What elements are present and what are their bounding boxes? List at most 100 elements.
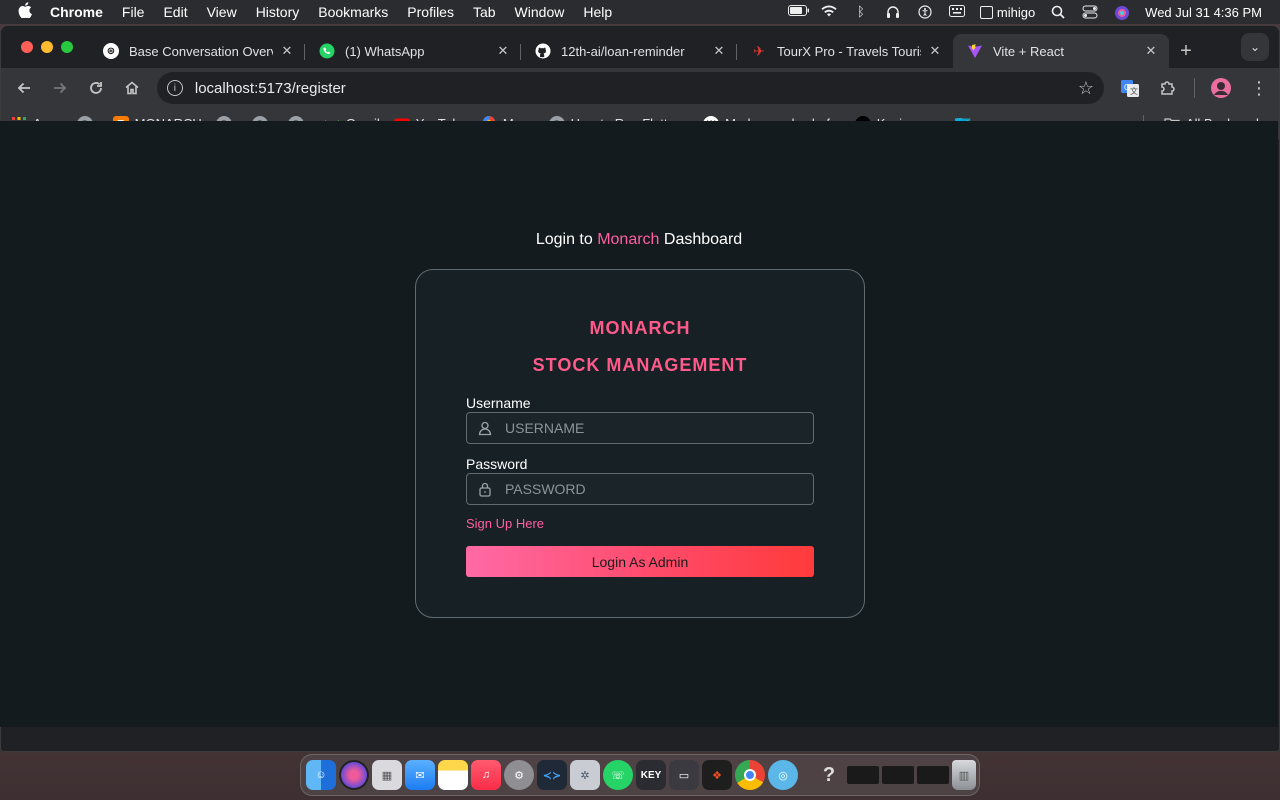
tab-title: (1) WhatsApp bbox=[345, 43, 425, 59]
page-viewport: Login to Monarch Dashboard MONARCH STOCK… bbox=[0, 121, 1278, 727]
reload-icon[interactable] bbox=[81, 73, 111, 103]
spotlight-search-icon[interactable] bbox=[1049, 5, 1067, 19]
bookmark-star-icon[interactable]: ☆ bbox=[1078, 78, 1094, 99]
close-window-button[interactable] bbox=[21, 41, 33, 53]
window-icon[interactable]: ▭ bbox=[669, 760, 699, 790]
figma-icon[interactable]: ❖ bbox=[702, 760, 732, 790]
lock-icon bbox=[477, 481, 493, 497]
address-bar[interactable]: i localhost:5173/register ☆ bbox=[156, 72, 1104, 104]
macos-menubar: Chrome File Edit View History Bookmarks … bbox=[0, 0, 1280, 24]
settings-gear-icon[interactable]: ✲ bbox=[570, 760, 600, 790]
menu-help[interactable]: Help bbox=[583, 4, 612, 20]
help-icon[interactable]: ? bbox=[814, 760, 844, 790]
new-tab-button[interactable]: + bbox=[1169, 34, 1203, 68]
heading-suffix: Dashboard bbox=[659, 231, 743, 248]
checkbox-icon bbox=[979, 5, 993, 19]
whatsapp-icon bbox=[319, 43, 335, 59]
apple-menu-icon[interactable] bbox=[18, 1, 36, 23]
tab-whatsapp[interactable]: (1) WhatsApp ✕ bbox=[305, 34, 521, 68]
menu-file[interactable]: File bbox=[122, 4, 145, 20]
user-menu[interactable]: mihigo bbox=[979, 4, 1036, 20]
site-info-icon[interactable]: i bbox=[166, 80, 183, 96]
menubar-clock[interactable]: Wed Jul 31 4:36 PM bbox=[1145, 5, 1262, 20]
window-controls bbox=[1, 26, 89, 68]
close-tab-icon[interactable]: ✕ bbox=[279, 43, 295, 59]
svg-text:文: 文 bbox=[1130, 86, 1138, 96]
vscode-icon[interactable]: ≺≻ bbox=[537, 760, 567, 790]
close-tab-icon[interactable]: ✕ bbox=[495, 43, 511, 59]
signup-link[interactable]: Sign Up Here bbox=[466, 516, 544, 531]
battery-icon[interactable] bbox=[787, 5, 809, 19]
tab-base-conversation[interactable]: ⊛ Base Conversation Overv ✕ bbox=[89, 34, 305, 68]
menu-tab[interactable]: Tab bbox=[473, 4, 496, 20]
back-arrow-icon[interactable] bbox=[9, 73, 39, 103]
chrome-menu-kebab-icon[interactable]: ⋮ bbox=[1247, 76, 1271, 100]
password-label: Password bbox=[466, 456, 528, 472]
menu-edit[interactable]: Edit bbox=[163, 4, 187, 20]
macos-dock: ☺ ▦ ✉ ♫ ⚙ ≺≻ ✲ ☏ KEY ▭ ❖ ◎ ? ▥ bbox=[300, 754, 980, 796]
heading-accent: Monarch bbox=[597, 231, 660, 248]
screen-capture-icon[interactable] bbox=[847, 766, 879, 784]
vite-icon bbox=[967, 43, 983, 59]
finder-icon[interactable]: ☺ bbox=[306, 760, 336, 790]
username-field[interactable] bbox=[466, 412, 814, 444]
control-center-icon[interactable] bbox=[1081, 5, 1099, 19]
keyboard-icon[interactable] bbox=[948, 5, 966, 19]
menu-history[interactable]: History bbox=[256, 4, 300, 20]
siri-icon[interactable] bbox=[339, 760, 369, 790]
screen-capture-icon-2[interactable] bbox=[882, 766, 914, 784]
close-tab-icon[interactable]: ✕ bbox=[1143, 43, 1159, 59]
whatsapp-icon[interactable]: ☏ bbox=[603, 760, 633, 790]
music-icon[interactable]: ♫ bbox=[471, 760, 501, 790]
login-card: MONARCH STOCK MANAGEMENT Username Passwo… bbox=[415, 269, 865, 618]
brand-title: MONARCH bbox=[589, 318, 691, 338]
system-settings-icon[interactable]: ⚙ bbox=[504, 760, 534, 790]
tab-search-chevron-icon[interactable]: ⌄ bbox=[1241, 33, 1269, 61]
launchpad-icon[interactable]: ▦ bbox=[372, 760, 402, 790]
keynote-label: KEY bbox=[640, 769, 662, 781]
heading-prefix: Login to bbox=[535, 231, 598, 248]
home-icon[interactable] bbox=[117, 73, 147, 103]
minimize-window-button[interactable] bbox=[41, 41, 53, 53]
menu-view[interactable]: View bbox=[207, 4, 237, 20]
accessibility-icon[interactable] bbox=[916, 5, 934, 19]
zoom-window-button[interactable] bbox=[61, 41, 73, 53]
menu-window[interactable]: Window bbox=[515, 4, 565, 20]
mail-icon[interactable]: ✉ bbox=[405, 760, 435, 790]
siri-menubar-icon[interactable] bbox=[1113, 5, 1131, 20]
tab-github[interactable]: 12th-ai/loan-reminder ✕ bbox=[521, 34, 737, 68]
chrome-icon[interactable] bbox=[735, 760, 765, 790]
login-as-admin-button[interactable]: Login As Admin bbox=[466, 546, 814, 577]
openai-icon: ⊛ bbox=[103, 43, 119, 59]
forward-arrow-icon[interactable] bbox=[45, 73, 75, 103]
close-tab-icon[interactable]: ✕ bbox=[711, 43, 727, 59]
notes-icon[interactable] bbox=[438, 760, 468, 790]
close-tab-icon[interactable]: ✕ bbox=[927, 43, 943, 59]
menu-profiles[interactable]: Profiles bbox=[407, 4, 454, 20]
password-field[interactable] bbox=[466, 473, 814, 505]
trash-icon[interactable]: ▥ bbox=[952, 760, 976, 790]
extensions-puzzle-icon[interactable] bbox=[1156, 76, 1180, 100]
brand-subtitle: STOCK MANAGEMENT bbox=[532, 355, 748, 375]
password-input[interactable] bbox=[505, 481, 795, 497]
username-input[interactable] bbox=[505, 420, 795, 436]
user-name: mihigo bbox=[996, 4, 1036, 20]
menu-bookmarks[interactable]: Bookmarks bbox=[318, 4, 388, 20]
headphones-icon[interactable] bbox=[884, 5, 902, 19]
menu-app-name[interactable]: Chrome bbox=[50, 4, 103, 20]
bluetooth-icon[interactable]: ᛒ bbox=[852, 5, 870, 19]
keynote-icon[interactable]: KEY bbox=[636, 760, 666, 790]
wifi-icon[interactable] bbox=[820, 5, 838, 19]
screen-capture-icon-3[interactable] bbox=[917, 766, 949, 784]
plane-icon: ✈ bbox=[753, 42, 765, 59]
proxyman-icon[interactable]: ◎ bbox=[768, 760, 798, 790]
google-translate-icon[interactable]: G文 bbox=[1118, 76, 1142, 100]
url-text[interactable]: localhost:5173/register bbox=[195, 80, 346, 97]
tab-vite-react[interactable]: Vite + React ✕ bbox=[953, 34, 1169, 68]
tab-title: Vite + React bbox=[993, 43, 1064, 59]
tab-title: Base Conversation Overv bbox=[129, 43, 273, 59]
tab-tourx[interactable]: ✈ TourX Pro - Travels Touris ✕ bbox=[737, 34, 953, 68]
user-icon bbox=[477, 420, 493, 436]
profile-avatar[interactable] bbox=[1209, 76, 1233, 100]
tab-title: TourX Pro - Travels Touris bbox=[777, 43, 921, 59]
